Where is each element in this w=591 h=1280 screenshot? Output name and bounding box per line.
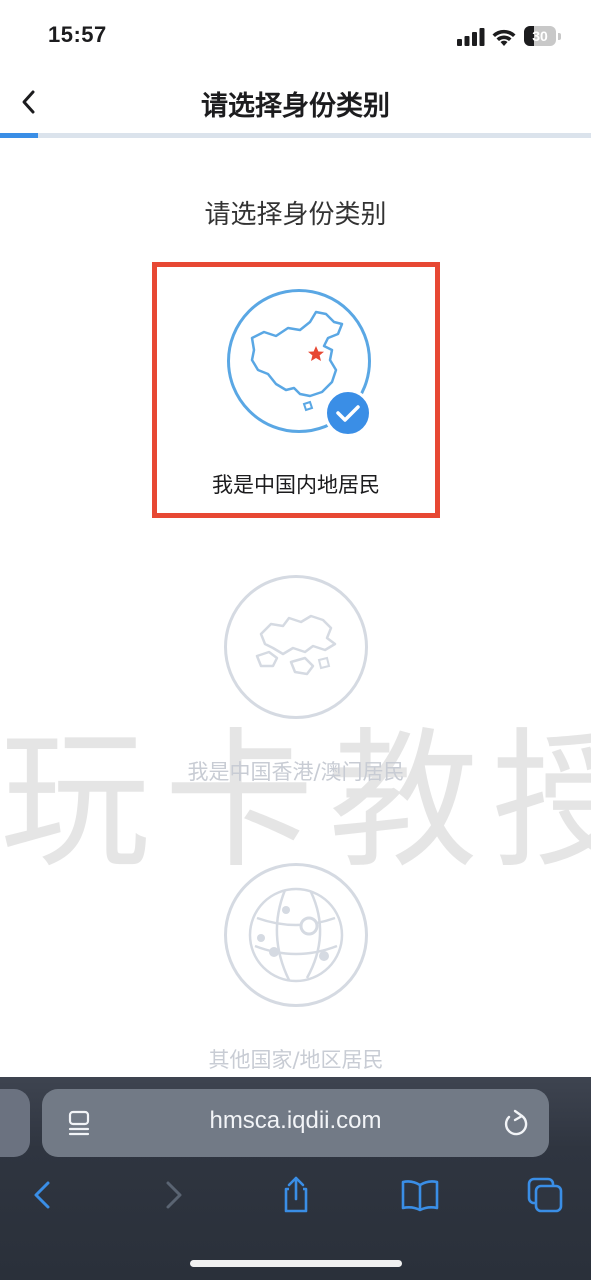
option-label: 其他国家/地区居民 [208,1048,384,1072]
selected-check-icon [324,389,372,437]
wifi-icon [492,29,516,46]
option-label: 我是中国内地居民 [212,473,380,497]
cellular-signal-icon [457,28,485,46]
page-title: 请选择身份类别 [201,91,390,122]
option-mainland-resident[interactable]: 我是中国内地居民 [152,262,440,518]
section-title: 请选择身份类别 [204,200,387,230]
battery-percent: 30 [532,28,548,44]
tabs-icon[interactable] [525,1175,565,1215]
battery-icon: 30 [524,26,562,48]
browser-back-icon[interactable] [24,1175,64,1215]
url-text[interactable]: hmsca.iqdii.com [42,1107,549,1135]
option-label: 我是中国香港/澳门居民 [187,760,405,784]
status-time: 15:57 [48,22,107,47]
home-indicator [190,1260,402,1267]
bookmarks-icon[interactable] [400,1175,440,1215]
progress-fill [0,133,38,138]
option-other-country-resident[interactable]: 其他国家/地区居民 [152,858,440,1114]
previous-tab-preview[interactable] [0,1089,30,1157]
share-icon[interactable] [276,1175,316,1215]
progress-bar [0,133,591,138]
browser-forward-icon[interactable] [152,1175,192,1215]
hong-kong-map-icon [224,575,368,719]
option-hk-macau-resident[interactable]: 我是中国香港/澳门居民 [152,570,440,826]
globe-network-icon [224,863,368,1007]
reload-icon[interactable] [500,1107,530,1139]
